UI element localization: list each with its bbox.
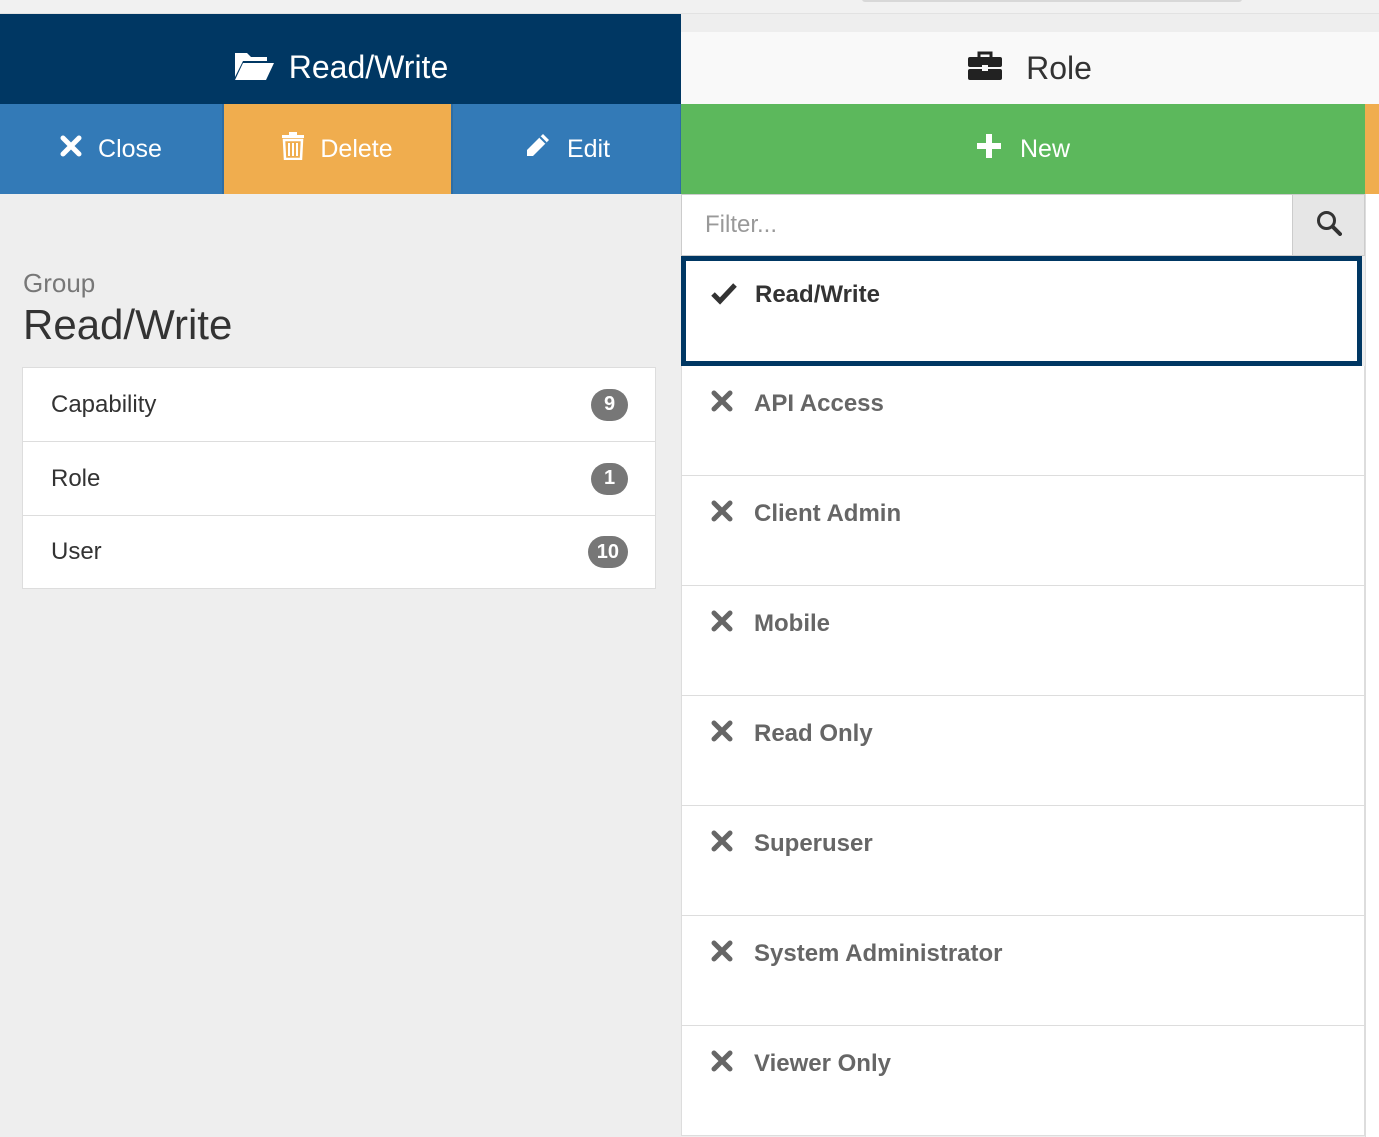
list-item[interactable]: System Administrator [681,916,1365,1026]
x-icon [710,500,736,529]
briefcase-icon [968,51,1003,86]
edit-button[interactable]: Edit [453,104,681,194]
association-label: User [51,538,102,565]
x-icon [710,610,736,639]
count-badge: 1 [591,462,628,495]
role-name: Mobile [754,610,830,637]
trash-icon [282,131,305,167]
list-item[interactable]: Superuser [681,806,1365,916]
list-item[interactable]: Viewer Only [681,1026,1365,1136]
x-icon [710,1050,736,1079]
top-scroll-strip [0,0,1379,14]
role-list: Read/Write API Access Client Admin Mobil… [681,256,1365,1136]
association-label: Capability [51,390,157,418]
role-name: Read/Write [755,281,880,308]
list-item[interactable]: API Access [681,366,1365,476]
filter-bar [681,194,1365,256]
x-icon [710,720,736,749]
association-list: Capability 9 Role 1 User 10 [22,367,656,589]
filter-input[interactable] [682,195,1292,255]
role-name: Client Admin [754,500,902,527]
adjacent-panel-edge [1365,104,1379,194]
x-icon [710,390,736,419]
role-panel-title: Role [1026,49,1092,86]
new-button-label: New [1019,134,1070,163]
close-button[interactable]: Close [0,104,224,194]
role-name: Viewer Only [754,1050,891,1077]
entity-title: Read/Write [23,301,233,348]
folder-open-icon [233,49,275,86]
edit-button-label: Edit [566,134,611,163]
adjacent-panel-edge [1365,194,1379,1137]
pencil-icon [523,132,551,167]
close-icon [60,135,82,164]
count-badge: 9 [591,388,628,421]
role-name: System Administrator [754,940,1003,967]
x-icon [710,830,736,859]
group-toolbar: Close Delete Edit [0,104,681,194]
x-icon [710,940,736,969]
search-button[interactable] [1292,195,1364,255]
entity-type-label: Group [23,268,96,298]
horizontal-scrollbar[interactable] [862,0,1242,2]
list-item[interactable]: Read Only [681,696,1365,806]
list-item[interactable]: Client Admin [681,476,1365,586]
search-icon [1316,210,1342,241]
association-item-role[interactable]: Role 1 [23,442,655,516]
list-item[interactable]: Read/Write [681,256,1362,366]
group-panel-header: Read/Write [0,14,681,104]
association-item-user[interactable]: User 10 [23,516,655,588]
role-name: Superuser [754,830,873,857]
role-panel-header: Role [681,32,1379,104]
role-name: API Access [754,390,884,417]
new-button[interactable]: New [681,104,1365,194]
delete-button-label: Delete [320,134,393,163]
check-icon [711,281,737,310]
delete-button[interactable]: Delete [224,104,453,194]
list-item[interactable]: Mobile [681,586,1365,696]
role-name: Read Only [754,720,873,747]
association-item-capability[interactable]: Capability 9 [23,368,655,442]
count-badge: 10 [587,536,628,568]
close-button-label: Close [98,134,162,163]
group-panel-title: Read/Write [288,48,449,85]
plus-icon [976,133,1002,166]
association-label: Role [51,464,101,492]
